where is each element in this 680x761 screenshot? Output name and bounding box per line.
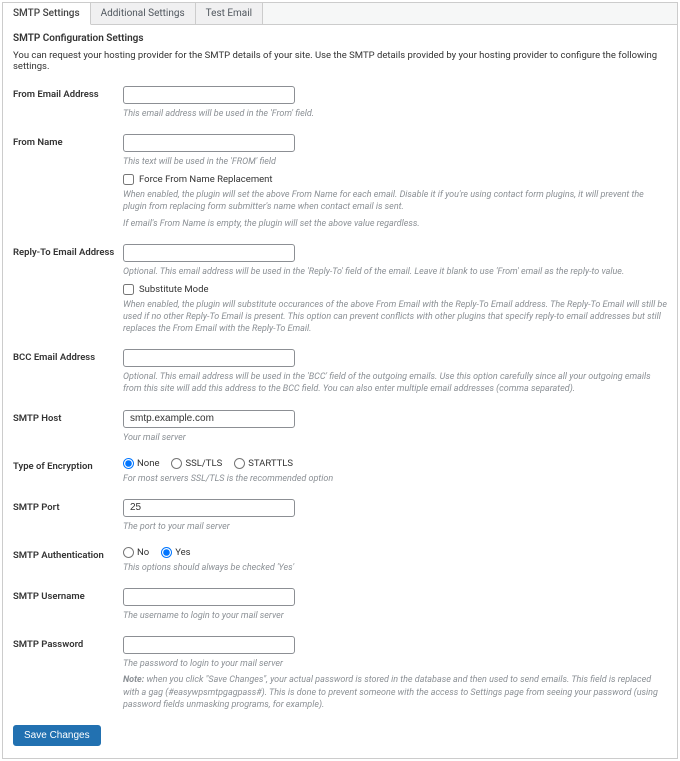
- encryption-radios: None SSL/TLS STARTTLS: [123, 458, 667, 469]
- encryption-ssl-radio[interactable]: [171, 458, 182, 469]
- encryption-starttls-label: STARTTLS: [248, 458, 293, 469]
- encryption-desc: For most servers SSL/TLS is the recommen…: [123, 473, 667, 485]
- section-title: SMTP Configuration Settings: [13, 33, 667, 44]
- smtp-auth-label: SMTP Authentication: [13, 547, 123, 574]
- smtp-host-input[interactable]: [123, 410, 295, 428]
- save-changes-button[interactable]: Save Changes: [13, 725, 101, 746]
- encryption-none-label: None: [137, 458, 159, 469]
- from-name-input[interactable]: [123, 134, 295, 152]
- from-name-desc3: If email's From Name is empty, the plugi…: [123, 218, 667, 230]
- smtp-port-label: SMTP Port: [13, 499, 123, 533]
- force-from-name-label: Force From Name Replacement: [139, 174, 273, 185]
- reply-to-input[interactable]: [123, 244, 295, 262]
- reply-to-desc1: Optional. This email address will be use…: [123, 266, 667, 278]
- reply-to-desc2: When enabled, the plugin will substitute…: [123, 299, 667, 335]
- auth-yes-radio[interactable]: [161, 547, 172, 558]
- smtp-username-desc: The username to login to your mail serve…: [123, 610, 667, 622]
- tabs: SMTP Settings Additional Settings Test E…: [3, 3, 677, 25]
- from-email-input[interactable]: [123, 86, 295, 104]
- note-label: Note:: [123, 675, 144, 685]
- tab-additional-settings[interactable]: Additional Settings: [91, 3, 196, 24]
- smtp-username-label: SMTP Username: [13, 588, 123, 622]
- substitute-mode-checkbox[interactable]: [123, 284, 134, 295]
- encryption-none-radio[interactable]: [123, 458, 134, 469]
- smtp-port-input[interactable]: [123, 499, 295, 517]
- smtp-password-note: Note: when you click "Save Changes", you…: [123, 674, 667, 710]
- smtp-password-input[interactable]: [123, 636, 295, 654]
- encryption-ssl-label: SSL/TLS: [185, 458, 222, 469]
- smtp-port-desc: The port to your mail server: [123, 521, 667, 533]
- bcc-desc: Optional. This email address will be use…: [123, 371, 667, 395]
- smtp-host-label: SMTP Host: [13, 410, 123, 444]
- from-name-desc1: This text will be used in the 'FROM' fie…: [123, 156, 667, 168]
- settings-panel: SMTP Settings Additional Settings Test E…: [2, 2, 678, 759]
- auth-radios: No Yes: [123, 547, 667, 558]
- smtp-auth-desc: This options should always be checked 'Y…: [123, 562, 667, 574]
- encryption-label: Type of Encryption: [13, 458, 123, 485]
- smtp-password-desc: The password to login to your mail serve…: [123, 658, 667, 670]
- force-from-name-checkbox[interactable]: [123, 174, 134, 185]
- smtp-password-label: SMTP Password: [13, 636, 123, 711]
- tab-smtp-settings[interactable]: SMTP Settings: [3, 3, 91, 25]
- smtp-username-input[interactable]: [123, 588, 295, 606]
- auth-no-radio[interactable]: [123, 547, 134, 558]
- bcc-input[interactable]: [123, 349, 295, 367]
- smtp-host-desc: Your mail server: [123, 432, 667, 444]
- tab-test-email[interactable]: Test Email: [196, 3, 263, 24]
- auth-yes-label: Yes: [175, 547, 190, 558]
- from-email-label: From Email Address: [13, 86, 123, 120]
- from-name-label: From Name: [13, 134, 123, 230]
- bcc-label: BCC Email Address: [13, 349, 123, 395]
- from-email-desc: This email address will be used in the '…: [123, 108, 667, 120]
- substitute-mode-label: Substitute Mode: [139, 284, 209, 295]
- auth-no-label: No: [137, 547, 149, 558]
- encryption-starttls-radio[interactable]: [234, 458, 245, 469]
- intro-text: You can request your hosting provider fo…: [13, 50, 667, 72]
- note-text: when you click "Save Changes", your actu…: [123, 675, 658, 709]
- from-name-desc2: When enabled, the plugin will set the ab…: [123, 189, 667, 213]
- reply-to-label: Reply-To Email Address: [13, 244, 123, 336]
